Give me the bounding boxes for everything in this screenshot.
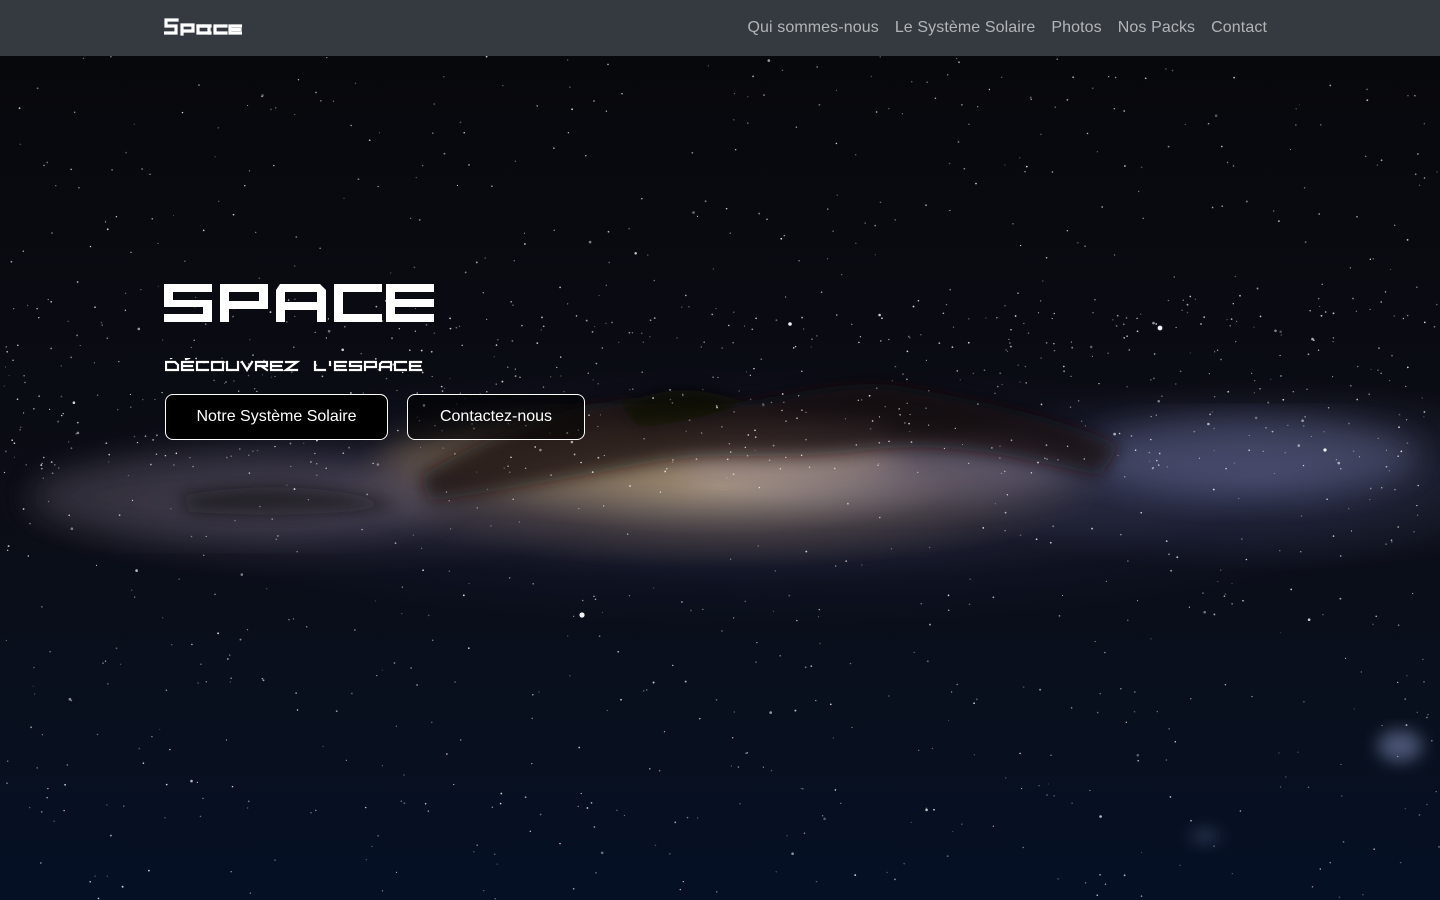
- solar-system-button[interactable]: Notre Système Solaire: [165, 394, 388, 440]
- nav-link-nos-packs[interactable]: Nos Packs: [1118, 19, 1195, 37]
- brand-logo-link[interactable]: [164, 17, 242, 37]
- hero-title: [164, 282, 434, 326]
- nav-link-contact[interactable]: Contact: [1211, 19, 1267, 37]
- hero-section: Notre Système Solaire Contactez-nous: [0, 56, 1440, 900]
- hero-subtitle-wordmark: [165, 358, 423, 372]
- nav-links: Qui sommes-nous Le Système Solaire Photo…: [747, 0, 1267, 56]
- top-navbar: Qui sommes-nous Le Système Solaire Photo…: [0, 0, 1440, 56]
- nav-link-photos[interactable]: Photos: [1051, 19, 1101, 37]
- contact-button[interactable]: Contactez-nous: [407, 394, 585, 440]
- hero-title-wordmark: [164, 284, 434, 322]
- nav-link-systeme-solaire[interactable]: Le Système Solaire: [895, 19, 1036, 37]
- starfield: [3, 56, 1440, 900]
- space-logo: [164, 18, 242, 36]
- hero-subtitle: [165, 358, 451, 372]
- nav-link-qui-sommes-nous[interactable]: Qui sommes-nous: [747, 19, 878, 37]
